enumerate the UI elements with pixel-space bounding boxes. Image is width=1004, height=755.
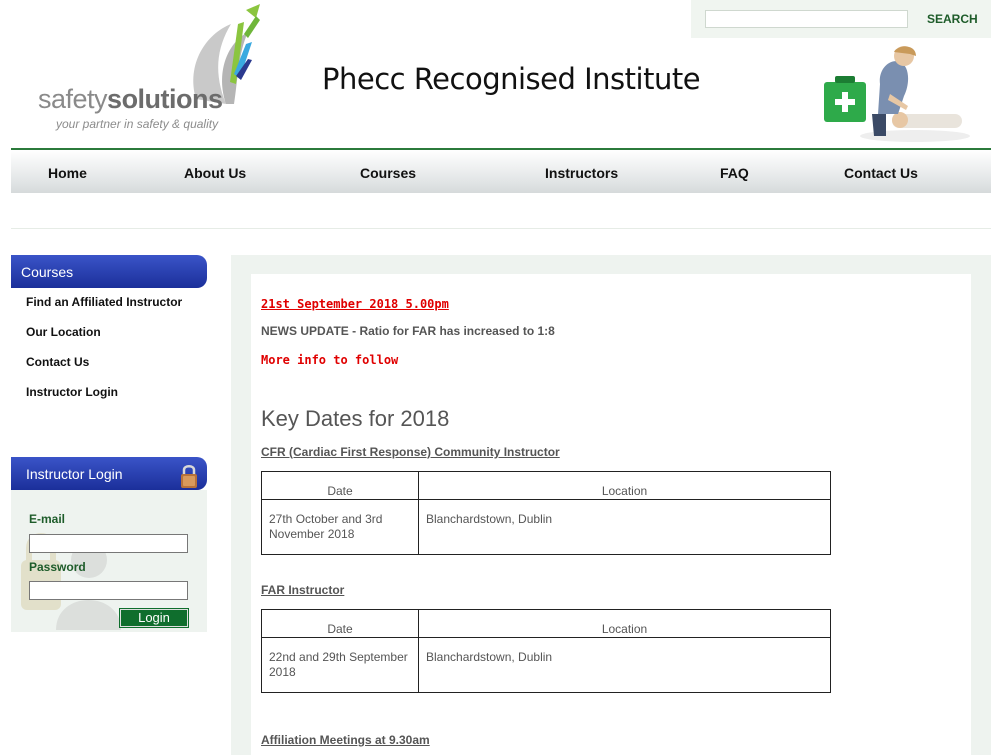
search-bar: SEARCH — [691, 0, 991, 38]
logo-tagline: your partner in safety & quality — [56, 117, 219, 131]
table-header-date: Date — [261, 609, 419, 638]
courses-heading: Courses — [11, 255, 207, 288]
sidebar-link-find-instructor[interactable]: Find an Affiliated Instructor — [26, 295, 182, 309]
cfr-dates-table: Date Location 27th October and 3rd Novem… — [261, 471, 831, 555]
far-dates-table: Date Location 22nd and 29th September 20… — [261, 609, 831, 693]
table-cell-location: Blanchardstown, Dublin — [418, 637, 831, 693]
login-button[interactable]: Login — [119, 608, 189, 628]
news-date: 21st September 2018 5.00pm — [261, 297, 449, 311]
section-title-affiliation[interactable]: Affiliation Meetings at 9.30am — [261, 733, 430, 747]
nav-courses[interactable]: Courses — [360, 165, 416, 181]
table-header-location: Location — [418, 609, 831, 638]
search-input[interactable] — [705, 10, 908, 28]
page: safetysolutions your partner in safety &… — [0, 0, 1004, 755]
search-button[interactable]: SEARCH — [927, 12, 978, 26]
more-info-note: More info to follow — [261, 353, 399, 367]
nav-faq[interactable]: FAQ — [720, 165, 749, 181]
nav-instructors[interactable]: Instructors — [545, 165, 618, 181]
section-title-cfr[interactable]: CFR (Cardiac First Response) Community I… — [261, 445, 560, 459]
news-update: NEWS UPDATE - Ratio for FAR has increase… — [261, 324, 555, 338]
nav-about-us[interactable]: About Us — [184, 165, 246, 181]
first-aid-illustration — [824, 46, 970, 142]
password-label: Password — [29, 560, 86, 574]
table-cell-location: Blanchardstown, Dublin — [418, 499, 831, 555]
email-label: E-mail — [29, 512, 66, 526]
site-logo[interactable]: safetysolutions your partner in safety &… — [36, 4, 276, 134]
section-title-far[interactable]: FAR Instructor — [261, 583, 344, 597]
main-nav: Home About Us Courses Instructors FAQ Co… — [11, 148, 991, 193]
login-heading: Instructor Login — [11, 457, 207, 490]
key-dates-heading: Key Dates for 2018 — [261, 406, 450, 431]
logo-wordmark: safetysolutions — [38, 84, 223, 114]
email-field[interactable] — [29, 534, 188, 553]
padlock-icon — [181, 465, 197, 488]
table-header-date: Date — [261, 471, 419, 500]
login-panel: E-mail Password Login — [11, 490, 207, 632]
sidebar-link-contact-us[interactable]: Contact Us — [26, 355, 89, 369]
sidebar-link-instructor-login[interactable]: Instructor Login — [26, 385, 118, 399]
divider — [11, 228, 991, 229]
password-field[interactable] — [29, 581, 188, 600]
table-header-location: Location — [418, 471, 831, 500]
nav-contact-us[interactable]: Contact Us — [844, 165, 918, 181]
page-title: Phecc Recognised Institute — [322, 62, 701, 96]
table-cell-date: 27th October and 3rd November 2018 — [261, 499, 419, 555]
table-cell-date: 22nd and 29th September 2018 — [261, 637, 419, 693]
sidebar-link-our-location[interactable]: Our Location — [26, 325, 101, 339]
nav-home[interactable]: Home — [48, 165, 87, 181]
